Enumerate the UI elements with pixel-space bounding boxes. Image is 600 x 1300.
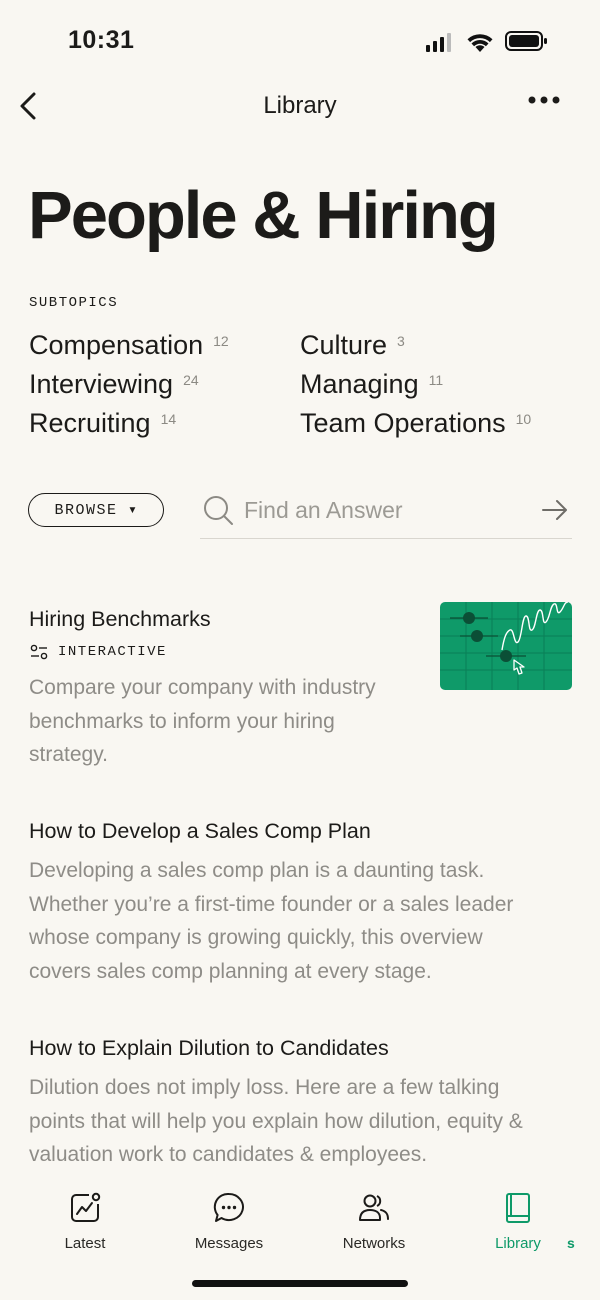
subtopic-interviewing[interactable]: Interviewing 24	[29, 362, 199, 402]
article-thumbnail	[440, 602, 572, 690]
subtopic-team-operations[interactable]: Team Operations 10	[300, 401, 531, 441]
tab-label: Messages	[194, 1235, 264, 1252]
ellipsis-icon	[528, 96, 560, 104]
caret-down-icon: ▼	[127, 504, 138, 516]
cellular-signal-icon	[426, 33, 451, 52]
wifi-icon	[467, 34, 493, 52]
subtopic-count: 10	[515, 411, 532, 427]
subtopic-label: Compensation	[29, 330, 204, 360]
tab-messages[interactable]: Messages	[169, 1184, 289, 1264]
more-options-button[interactable]	[524, 90, 564, 110]
search-submit-arrow-icon[interactable]	[540, 498, 570, 522]
subtopic-count: 14	[160, 411, 177, 427]
back-button[interactable]	[14, 88, 46, 124]
browse-label: BROWSE	[54, 501, 118, 519]
tab-latest[interactable]: Latest	[25, 1184, 145, 1264]
tab-label: Networks	[342, 1235, 406, 1252]
subtopics-label: SUBTOPICS	[29, 295, 119, 311]
subtopic-recruiting[interactable]: Recruiting 14	[29, 401, 176, 441]
article-description: Developing a sales comp plan is a daunti…	[29, 859, 514, 983]
search-icon	[204, 496, 233, 525]
article-title: Hiring Benchmarks	[29, 607, 211, 631]
subtopic-managing[interactable]: Managing 11	[300, 362, 443, 402]
page-title: People & Hiring	[28, 178, 499, 253]
tab-networks[interactable]: Networks	[314, 1184, 434, 1264]
subtopic-count: 12	[213, 333, 229, 349]
subtopic-compensation[interactable]: Compensation 12	[29, 323, 229, 363]
search-input[interactable]	[244, 490, 524, 530]
tab-label: Latest	[64, 1235, 106, 1252]
partial-label: s	[567, 1235, 575, 1251]
people-icon	[359, 1194, 389, 1221]
article-description: Compare your company with industry bench…	[29, 676, 376, 766]
status-time: 10:31	[68, 26, 135, 54]
search-bar	[200, 490, 572, 539]
subtopic-label: Team Operations	[300, 408, 506, 438]
chat-bubble-icon	[213, 1192, 244, 1222]
chart-badge-icon	[71, 1192, 101, 1222]
subtopic-label: Interviewing	[29, 369, 174, 399]
article-description: Dilution does not imply loss. Here are a…	[29, 1076, 523, 1166]
tab-label: Library	[495, 1235, 541, 1252]
article-tag: INTERACTIVE	[30, 644, 167, 660]
nav-title: Library	[263, 92, 337, 119]
article-title: How to Explain Dilution to Candidates	[29, 1036, 389, 1060]
tab-library[interactable]: Library	[458, 1184, 578, 1264]
subtopic-label: Recruiting	[29, 408, 151, 438]
chevron-left-icon	[20, 92, 36, 120]
subtopic-label: Culture	[300, 330, 388, 360]
home-indicator	[192, 1280, 408, 1287]
battery-icon	[505, 31, 547, 51]
article-title: How to Develop a Sales Comp Plan	[29, 819, 371, 843]
benchmark-chart-illustration	[440, 602, 572, 690]
subtopic-label: Managing	[300, 369, 419, 399]
sliders-icon	[30, 644, 48, 660]
subtopic-culture[interactable]: Culture 3	[300, 323, 405, 363]
subtopic-count: 3	[397, 333, 405, 349]
article-tag-label: INTERACTIVE	[58, 644, 167, 660]
book-icon	[506, 1193, 530, 1223]
status-icons	[426, 31, 547, 52]
subtopic-count: 24	[183, 372, 199, 388]
subtopic-count: 11	[428, 372, 444, 388]
hand-pointer-icon	[513, 659, 525, 675]
browse-dropdown[interactable]: BROWSE ▼	[28, 493, 164, 527]
